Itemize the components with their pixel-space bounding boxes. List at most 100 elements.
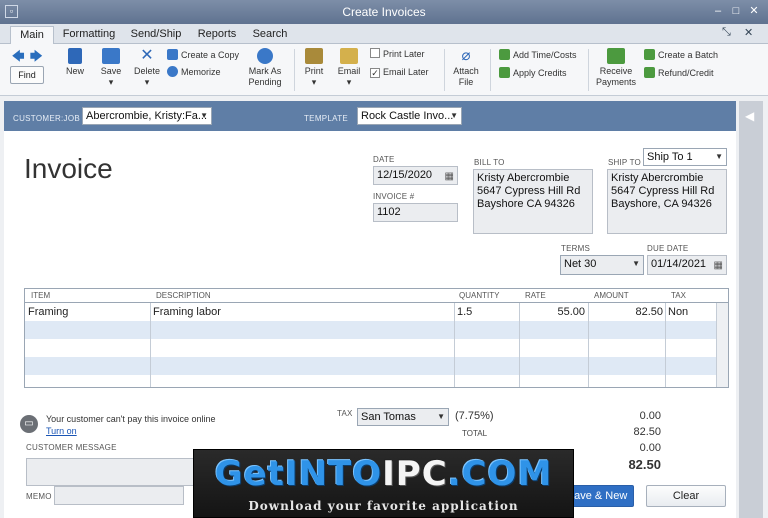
column-header-item: ITEM: [31, 291, 51, 300]
apply-credits-button[interactable]: Apply Credits: [499, 66, 567, 80]
ribbon-tabs: Main Formatting Send/Ship Reports Search…: [0, 24, 768, 44]
new-button[interactable]: New: [62, 48, 88, 77]
ribbon-toolbar: 🡄 🡆 New Save ▾ ✕ Delete ▾ Create a Copy Me…: [0, 44, 768, 96]
create-batch-button[interactable]: Create a Batch: [644, 48, 718, 62]
invoice-number-field[interactable]: 1102: [373, 203, 458, 222]
email-later-check-icon: ✓: [370, 68, 380, 78]
close-icon[interactable]: ✕: [746, 4, 762, 19]
printer-icon: [305, 48, 323, 64]
time-costs-icon: [499, 49, 510, 60]
customer-message-field[interactable]: [26, 458, 194, 486]
memo-field[interactable]: [54, 486, 184, 505]
next-arrow-icon[interactable]: 🡆: [30, 47, 42, 68]
tab-main[interactable]: Main: [10, 26, 54, 44]
due-date-field[interactable]: 01/14/2021 ▦: [647, 255, 727, 275]
table-row[interactable]: [25, 357, 716, 375]
column-header-amount: AMOUNT: [594, 291, 629, 300]
credits-icon: [499, 67, 510, 78]
minimize-icon[interactable]: –: [710, 4, 726, 19]
mark-as-pending-button[interactable]: Mark As Pending: [244, 48, 286, 88]
tab-reports[interactable]: Reports: [194, 26, 240, 44]
cell-item[interactable]: Framing: [28, 306, 68, 318]
tax-label: TAX: [337, 409, 353, 418]
maximize-icon[interactable]: □: [728, 4, 744, 19]
chevron-down-icon: ▼: [437, 412, 445, 421]
print-later-checkbox[interactable]: Print Later: [370, 47, 425, 61]
bill-to-label: BILL TO: [474, 158, 505, 167]
table-scrollbar[interactable]: [716, 303, 728, 387]
paperclip-icon: ⌀: [461, 47, 471, 64]
column-divider: [665, 303, 666, 387]
attach-file-button[interactable]: ⌀ Attach File: [450, 48, 482, 88]
cell-quantity[interactable]: 1.5: [457, 306, 472, 318]
tab-formatting[interactable]: Formatting: [60, 26, 118, 44]
tab-send-ship[interactable]: Send/Ship: [126, 26, 186, 44]
tax-rate: (7.75%): [455, 410, 494, 422]
terms-label: TERMS: [561, 244, 590, 253]
tab-search[interactable]: Search: [248, 26, 292, 44]
clear-button[interactable]: Clear: [646, 485, 726, 507]
email-button[interactable]: Email ▾: [335, 48, 363, 88]
table-row[interactable]: [25, 339, 716, 357]
memorize-icon: [167, 66, 178, 77]
delete-button[interactable]: ✕ Delete ▾: [132, 48, 162, 88]
line-items-table: ITEM DESCRIPTION QUANTITY RATE AMOUNT TA…: [24, 288, 729, 388]
date-label: DATE: [373, 155, 395, 164]
history-panel-toggle[interactable]: ◀: [739, 101, 763, 518]
customer-job-dropdown[interactable]: Abercrombie, Kristy:Fa... ▼: [82, 107, 212, 125]
tax-item-dropdown[interactable]: San Tomas ▼: [357, 408, 449, 426]
window-title: Create Invoices: [342, 5, 426, 19]
bill-to-field[interactable]: Kristy Abercrombie 5647 Cypress Hill Rd …: [473, 169, 593, 234]
memorize-button[interactable]: Memorize: [167, 65, 221, 79]
ship-to-field[interactable]: Kristy Abercrombie 5647 Cypress Hill Rd …: [607, 169, 727, 234]
create-copy-button[interactable]: Create a Copy: [167, 48, 239, 62]
chevron-down-icon: ▼: [200, 111, 208, 120]
online-payment-text: Your customer can't pay this invoice onl…: [46, 414, 216, 424]
calendar-icon[interactable]: ▦: [445, 170, 454, 183]
ship-to-dropdown[interactable]: Ship To 1 ▼: [643, 148, 727, 166]
collapse-ribbon-icon[interactable]: ⤡: [722, 26, 731, 39]
save-disk-icon: [102, 48, 120, 64]
previous-arrow-icon[interactable]: 🡄: [12, 47, 24, 68]
find-button[interactable]: Find: [10, 66, 44, 84]
online-payment-icon: ▭: [20, 415, 38, 433]
template-dropdown[interactable]: Rock Castle Invo... ▼: [357, 107, 462, 125]
table-row[interactable]: Framing Framing labor 1.5 55.00 82.50 No…: [25, 303, 716, 321]
cell-tax[interactable]: Non: [668, 306, 688, 318]
column-header-tax: TAX: [671, 291, 686, 300]
column-divider: [454, 303, 455, 387]
copy-icon: [167, 49, 178, 60]
watermark-logo: GetINTOIPC.COM: [214, 454, 553, 494]
print-later-check-icon: [370, 48, 380, 58]
delete-x-icon: ✕: [140, 47, 154, 64]
receive-payments-button[interactable]: Receive Payments: [594, 48, 638, 88]
template-label: TEMPLATE: [304, 114, 349, 123]
date-field[interactable]: 12/15/2020 ▦: [373, 166, 458, 185]
due-date-label: DUE DATE: [647, 244, 689, 253]
tax-amount: 0.00: [639, 410, 661, 422]
cell-description[interactable]: Framing labor: [153, 306, 221, 318]
add-time-costs-button[interactable]: Add Time/Costs: [499, 48, 577, 62]
save-button[interactable]: Save ▾: [96, 48, 126, 88]
memo-label: MEMO: [26, 492, 52, 501]
cell-amount[interactable]: 82.50: [593, 306, 663, 318]
turn-on-link[interactable]: Turn on: [46, 426, 77, 436]
print-button[interactable]: Print ▾: [301, 48, 327, 88]
column-divider: [519, 303, 520, 387]
chevron-down-icon: ▼: [450, 111, 458, 120]
column-header-rate: RATE: [525, 291, 546, 300]
close-form-icon[interactable]: ✕: [744, 26, 753, 39]
total-label: TOTAL: [462, 429, 488, 438]
pending-check-icon: [257, 48, 273, 64]
cell-rate[interactable]: 55.00: [525, 306, 585, 318]
new-document-icon: [68, 48, 82, 64]
watermark-tagline: Download your favorite application: [248, 499, 519, 513]
terms-dropdown[interactable]: Net 30 ▼: [560, 255, 644, 275]
email-envelope-icon: [340, 48, 358, 64]
email-later-checkbox[interactable]: ✓ Email Later: [370, 65, 429, 79]
table-row[interactable]: [25, 321, 716, 339]
refund-credit-button[interactable]: Refund/Credit: [644, 66, 714, 80]
calendar-icon[interactable]: ▦: [714, 259, 723, 272]
column-divider: [150, 303, 151, 387]
ribbon-separator: [444, 49, 445, 91]
